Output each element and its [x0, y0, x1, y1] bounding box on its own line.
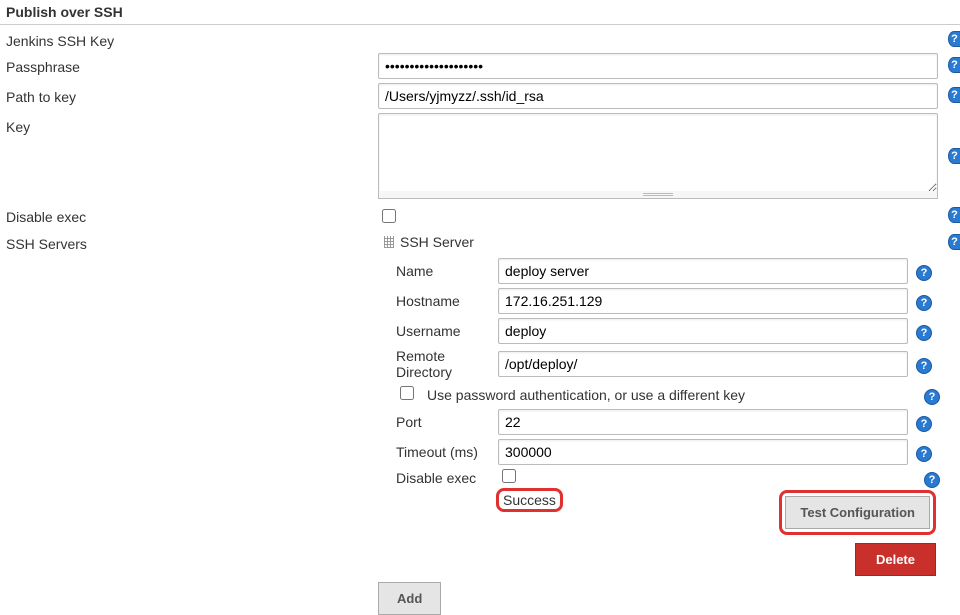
help-icon[interactable]: ? [916, 446, 932, 462]
help-icon[interactable]: ? [948, 57, 960, 73]
help-icon[interactable]: ? [924, 389, 940, 405]
add-button[interactable]: Add [378, 582, 441, 615]
test-button-highlight: Test Configuration [779, 490, 936, 535]
row-server-disable-exec: Disable exec ? [378, 467, 948, 488]
label-server-timeout: Timeout (ms) [378, 444, 498, 460]
label-use-password-auth: Use password authentication, or use a di… [427, 387, 745, 403]
label-server-hostname: Hostname [378, 293, 498, 309]
delete-button[interactable]: Delete [855, 543, 936, 576]
label-disable-exec: Disable exec [6, 203, 378, 225]
help-icon[interactable]: ? [948, 207, 960, 223]
path-to-key-input[interactable] [378, 83, 938, 109]
label-server-name: Name [378, 263, 498, 279]
textarea-resize-handle[interactable] [378, 191, 938, 199]
success-highlight: Success [496, 488, 563, 512]
label-server-disable-exec: Disable exec [378, 470, 498, 486]
server-username-input[interactable] [498, 318, 908, 344]
help-icon[interactable]: ? [916, 325, 932, 341]
label-key: Key [6, 113, 378, 135]
server-port-input[interactable] [498, 409, 908, 435]
server-name-input[interactable] [498, 258, 908, 284]
help-icon[interactable]: ? [948, 234, 960, 250]
row-passphrase: Passphrase ? [0, 51, 960, 81]
label-path-to-key: Path to key [6, 83, 378, 105]
label-server-remote-directory: Remote Directory [378, 348, 498, 380]
help-icon[interactable]: ? [948, 148, 960, 164]
use-password-auth-checkbox[interactable] [400, 386, 414, 400]
help-icon[interactable]: ? [948, 31, 960, 47]
section-title: Publish over SSH [0, 0, 960, 25]
row-server-hostname: Hostname ? [378, 286, 948, 316]
row-use-password-auth: Use password authentication, or use a di… [378, 382, 948, 407]
label-passphrase: Passphrase [6, 53, 378, 75]
help-icon[interactable]: ? [916, 358, 932, 374]
row-disable-exec: Disable exec ? [0, 201, 960, 228]
disable-exec-checkbox[interactable] [382, 209, 396, 223]
test-configuration-button[interactable]: Test Configuration [785, 496, 930, 529]
row-jenkins-ssh-key: Jenkins SSH Key ? [0, 25, 960, 51]
label-jenkins-ssh-key: Jenkins SSH Key [6, 27, 378, 49]
row-path-to-key: Path to key ? [0, 81, 960, 111]
help-icon[interactable]: ? [916, 416, 932, 432]
ssh-server-header: SSH Server [378, 230, 474, 254]
ssh-server-header-label: SSH Server [400, 234, 474, 250]
row-server-username: Username ? [378, 316, 948, 346]
row-server-port: Port ? [378, 407, 948, 437]
help-icon[interactable]: ? [924, 472, 940, 488]
row-server-timeout: Timeout (ms) ? [378, 437, 948, 467]
help-icon[interactable]: ? [916, 265, 932, 281]
passphrase-input[interactable] [378, 53, 938, 79]
server-hostname-input[interactable] [498, 288, 908, 314]
server-timeout-input[interactable] [498, 439, 908, 465]
label-ssh-servers: SSH Servers [6, 230, 378, 252]
row-server-name: Name ? [378, 256, 948, 286]
label-server-port: Port [378, 414, 498, 430]
key-textarea[interactable] [378, 113, 938, 193]
test-status-text: Success [503, 492, 556, 508]
ssh-server-block: Name ? Hostname ? Username ? Remote Dire… [378, 256, 948, 576]
help-icon[interactable]: ? [916, 295, 932, 311]
drag-handle-icon[interactable] [384, 236, 394, 248]
server-remote-directory-input[interactable] [498, 351, 908, 377]
label-server-username: Username [378, 323, 498, 339]
row-server-remote-directory: Remote Directory ? [378, 346, 948, 382]
help-icon[interactable]: ? [948, 87, 960, 103]
server-disable-exec-checkbox[interactable] [502, 469, 516, 483]
row-ssh-servers: SSH Servers SSH Server ? [0, 228, 960, 256]
row-key: Key ? [0, 111, 960, 201]
